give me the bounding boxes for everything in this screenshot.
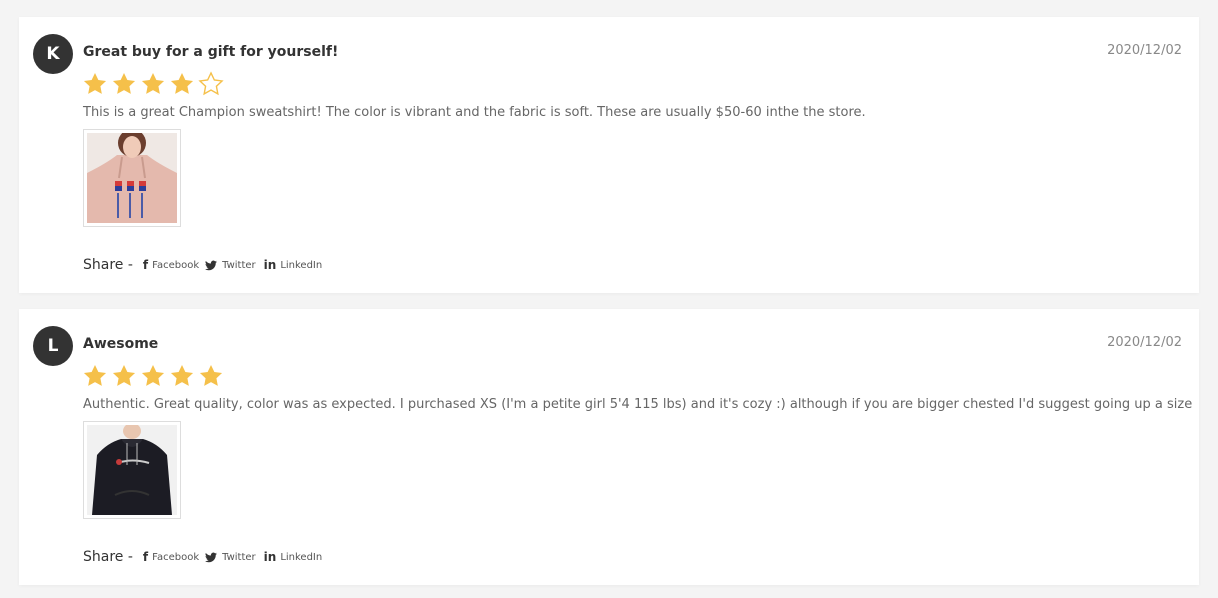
review-text: This is a great Champion sweatshirt! The… [83, 105, 866, 120]
share-facebook-link[interactable]: Facebook [152, 552, 199, 563]
review-photo[interactable] [83, 421, 181, 519]
twitter-icon[interactable] [205, 260, 218, 271]
black-champion-hoodie-photo-icon [87, 425, 177, 515]
star-filled-icon [83, 364, 107, 386]
facebook-icon[interactable]: f [143, 258, 148, 272]
review-title: Awesome [83, 336, 159, 352]
share-label: Share - [83, 257, 133, 273]
share-label: Share - [83, 549, 133, 565]
star-filled-icon [141, 72, 165, 94]
star-filled-icon [170, 72, 194, 94]
share-linkedin-link[interactable]: LinkedIn [280, 552, 322, 563]
avatar: K [33, 34, 73, 74]
star-rating [82, 363, 227, 389]
review-card: L Awesome 2020/12/02 Authentic. Great qu… [19, 309, 1199, 585]
star-filled-icon [112, 72, 136, 94]
twitter-icon[interactable] [205, 552, 218, 563]
avatar: L [33, 326, 73, 366]
share-bar: Share - f Facebook Twitter in LinkedIn [83, 547, 328, 567]
star-filled-icon [83, 72, 107, 94]
star-filled-icon [170, 364, 194, 386]
star-filled-icon [112, 364, 136, 386]
review-title: Great buy for a gift for yourself! [83, 44, 339, 60]
star-empty-icon [198, 71, 224, 96]
share-facebook-link[interactable]: Facebook [152, 260, 199, 271]
pink-champion-hoodie-photo-icon [87, 133, 177, 223]
review-photo[interactable] [83, 129, 181, 227]
linkedin-icon[interactable]: in [264, 258, 277, 272]
share-bar: Share - f Facebook Twitter in LinkedIn [83, 255, 328, 275]
review-text: Authentic. Great quality, color was as e… [83, 397, 1193, 412]
share-twitter-link[interactable]: Twitter [222, 552, 256, 563]
share-twitter-link[interactable]: Twitter [222, 260, 256, 271]
share-linkedin-link[interactable]: LinkedIn [280, 260, 322, 271]
star-filled-icon [199, 364, 223, 386]
linkedin-icon[interactable]: in [264, 550, 277, 564]
review-date: 2020/12/02 [1107, 43, 1182, 58]
review-card: K Great buy for a gift for yourself! 202… [19, 17, 1199, 293]
star-filled-icon [141, 364, 165, 386]
star-rating [82, 71, 227, 97]
review-date: 2020/12/02 [1107, 335, 1182, 350]
facebook-icon[interactable]: f [143, 550, 148, 564]
